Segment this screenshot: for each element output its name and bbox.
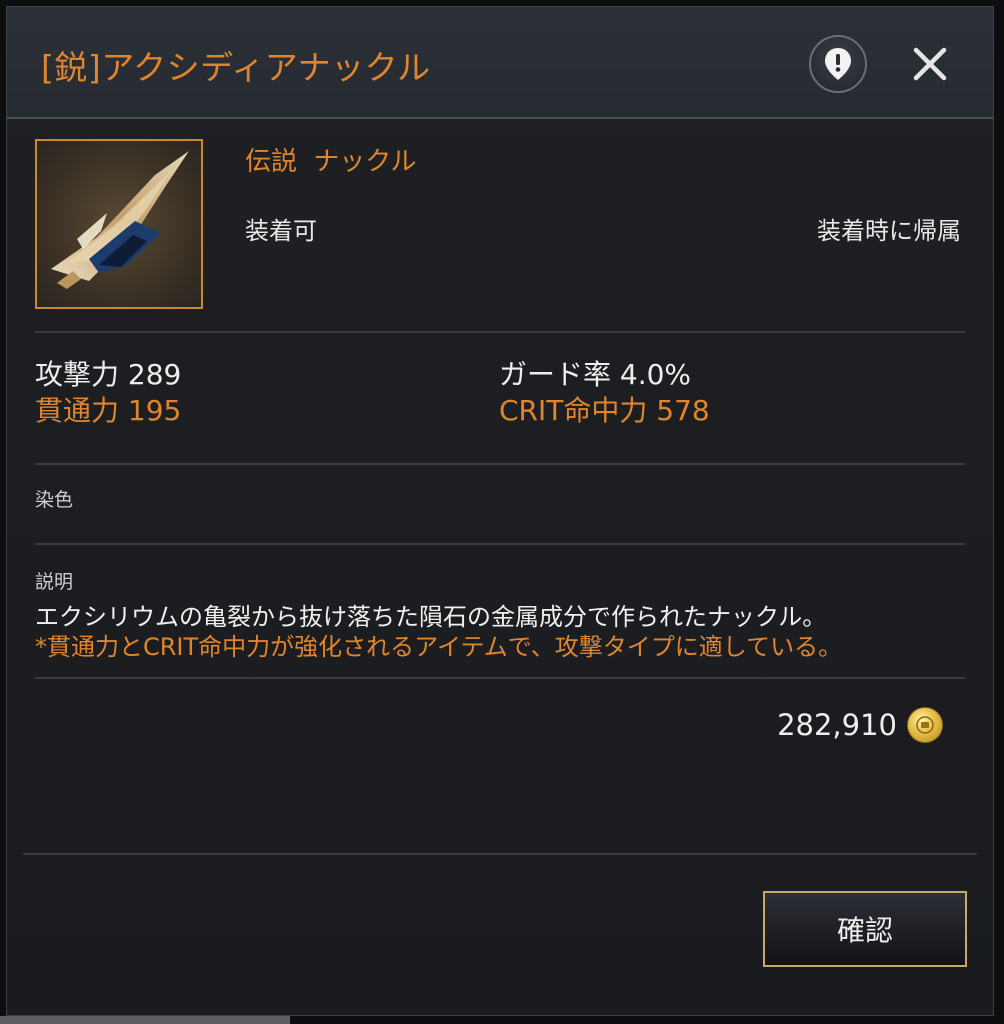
scrollbar[interactable] (0, 1016, 290, 1024)
divider (35, 543, 965, 545)
item-grade-type: 伝説 ナックル (245, 147, 417, 177)
divider (23, 853, 977, 855)
description-note: *貫通力とCRIT命中力が強化されるアイテムで、攻撃タイプに適している。 (35, 633, 843, 661)
divider (35, 331, 965, 333)
stat-attack: 攻撃力 289 (35, 358, 182, 391)
stat-guard-rate: ガード率 4.0% (499, 358, 692, 391)
knuckle-weapon-icon (51, 151, 189, 289)
item-title: [鋭]アクシディアナックル (41, 48, 431, 87)
divider (35, 677, 965, 679)
equip-status: 装着可 (245, 217, 317, 245)
divider (35, 463, 965, 465)
price-value: 282,910 (777, 708, 897, 742)
stat-crit-hit: CRIT命中力 578 (499, 394, 710, 427)
gold-coin-icon (907, 707, 943, 743)
close-button[interactable] (905, 39, 955, 89)
guide-button[interactable] (809, 35, 867, 93)
close-icon (913, 47, 947, 81)
sell-price: 282,910 (777, 707, 943, 743)
confirm-button[interactable]: 確認 (763, 891, 967, 967)
map-pin-icon (825, 48, 851, 80)
dye-label: 染色 (35, 489, 74, 511)
screen: [鋭]アクシディアナックル 伝説 ナックル 装着可 装着時に帰属 攻撃力 289… (0, 0, 1004, 1024)
item-icon-frame (35, 139, 203, 309)
stat-penetration: 貫通力 195 (35, 394, 182, 427)
dialog-header: [鋭]アクシディアナックル (7, 7, 993, 119)
bind-status: 装着時に帰属 (817, 217, 961, 245)
item-detail-dialog: [鋭]アクシディアナックル 伝説 ナックル 装着可 装着時に帰属 攻撃力 289… (6, 6, 994, 1016)
description-label: 説明 (35, 571, 74, 593)
